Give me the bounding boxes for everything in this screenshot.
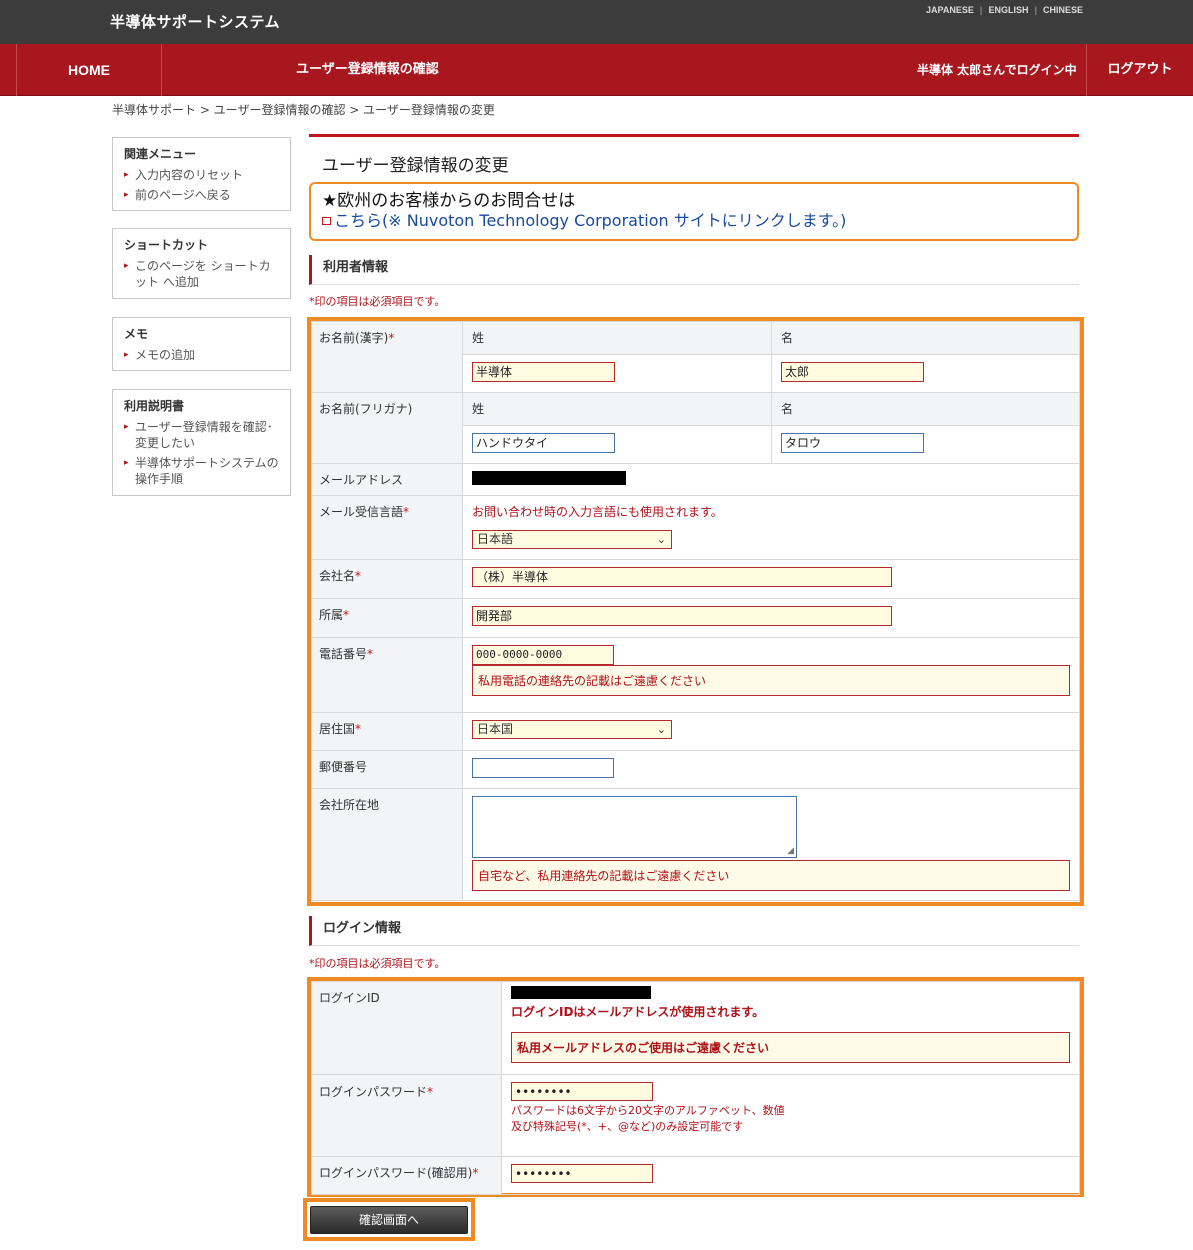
address-textarea[interactable]: ◢	[472, 796, 797, 858]
first-name-label: 名	[771, 321, 1080, 355]
login-id-label: ログインID	[311, 981, 502, 1075]
notice-link[interactable]: こちら(※ Nuvoton Technology Corporation サイト…	[322, 211, 1066, 231]
postal-code-input[interactable]	[472, 758, 614, 778]
title-divider	[309, 134, 1079, 137]
last-name-label: 姓	[462, 392, 772, 426]
sidebar-item-back[interactable]: 前のページへ戻る	[124, 187, 279, 203]
europe-notice: ★欧州のお客様からのお問合せは こちら(※ Nuvoton Technology…	[309, 182, 1079, 241]
site-title: 半導体サポートシステム	[110, 13, 281, 31]
sidebar-memo: メモ メモの追加	[112, 317, 291, 371]
sidebar-related-menu: 関連メニュー 入力内容のリセット 前のページへ戻る	[112, 137, 291, 211]
lang-english-link[interactable]: ENGLISH	[988, 5, 1028, 15]
nav-page-title[interactable]: ユーザー登録情報の確認	[296, 44, 439, 96]
mail-language-label: メール受信言語*	[311, 495, 463, 560]
chevron-down-icon: ⌄	[656, 533, 666, 546]
resize-grip-icon[interactable]: ◢	[787, 846, 794, 856]
address-warning: 自宅など、私用連絡先の記載はご遠慮ください	[472, 860, 1070, 891]
required-note: *印の項目は必須項目です。	[309, 957, 446, 970]
login-status: 半導体 太郎さんでログイン中	[917, 63, 1077, 77]
password-confirm-input[interactable]: ••••••••	[511, 1164, 653, 1183]
name-kana-label: お名前(フリガナ)	[311, 392, 463, 464]
first-name-label: 名	[771, 392, 1080, 426]
user-info-form: お名前(漢字)* 姓 名 半導体 太郎 お名前(フリガナ) 姓 名 ハンドウタイ…	[307, 317, 1084, 906]
redacted-login-id	[511, 986, 651, 999]
phone-input[interactable]: 000-0000-0000	[472, 645, 614, 665]
sidebar-item-reset[interactable]: 入力内容のリセット	[124, 167, 279, 183]
name-kanji-label: お名前(漢字)*	[311, 321, 463, 393]
password-confirm-label: ログインパスワード(確認用)*	[311, 1156, 502, 1195]
address-label: 会社所在地	[311, 788, 463, 901]
sidebar-item-add-shortcut[interactable]: このページを ショートカット へ追加	[124, 258, 274, 290]
sidebar-item-manual-user[interactable]: ユーザー登録情報を確認･変更したい	[124, 419, 279, 451]
main-nav: HOME ユーザー登録情報の確認 半導体 太郎さんでログイン中 ログアウト	[0, 44, 1193, 96]
top-bar: 半導体サポートシステム JAPANESE | ENGLISH | CHINESE	[0, 0, 1193, 44]
external-link-icon	[322, 216, 331, 225]
country-select[interactable]: 日本国 ⌄	[472, 720, 672, 739]
notice-link-text[interactable]: こちら(※ Nuvoton Technology Corporation サイト…	[334, 211, 846, 230]
department-input[interactable]: 開発部	[472, 606, 892, 626]
required-note: *印の項目は必須項目です。	[309, 295, 446, 308]
breadcrumb: 半導体サポート > ユーザー登録情報の確認 > ユーザー登録情報の変更	[112, 103, 495, 117]
login-info-form: ログインID ログインIDはメールアドレスが使用されます。 私用メールアドレスの…	[307, 977, 1084, 1197]
company-label: 会社名*	[311, 559, 463, 599]
email-label: メールアドレス	[311, 463, 463, 496]
language-links: JAPANESE | ENGLISH | CHINESE	[926, 5, 1083, 15]
confirm-button[interactable]: 確認画面へ	[310, 1206, 468, 1234]
last-name-kana-input[interactable]: ハンドウタイ	[472, 433, 615, 453]
password-input[interactable]: ••••••••	[511, 1082, 653, 1101]
sidebar-heading: 関連メニュー	[124, 147, 197, 161]
login-id-warning: 私用メールアドレスのご使用はご遠慮ください	[511, 1032, 1070, 1063]
submit-highlight: 確認画面へ	[303, 1198, 475, 1241]
redacted-email	[472, 471, 626, 485]
chevron-down-icon: ⌄	[656, 723, 666, 736]
user-info-heading: 利用者情報	[309, 255, 1079, 285]
login-info-heading: ログイン情報	[309, 916, 1079, 946]
postal-code-label: 郵便番号	[311, 750, 463, 789]
login-id-note: ログインIDはメールアドレスが使用されます。	[511, 1005, 765, 1019]
lang-chinese-link[interactable]: CHINESE	[1043, 5, 1083, 15]
notice-text: ★欧州のお客様からのお問合せは	[322, 191, 576, 211]
country-label: 居住国*	[311, 712, 463, 751]
sidebar-heading: 利用説明書	[124, 399, 185, 413]
phone-label: 電話番号*	[311, 637, 463, 713]
sidebar-manual: 利用説明書 ユーザー登録情報を確認･変更したい 半導体サポートシステムの操作手順	[112, 389, 291, 496]
sidebar-item-manual-system[interactable]: 半導体サポートシステムの操作手順	[124, 455, 279, 487]
sidebar-item-add-memo[interactable]: メモの追加	[124, 347, 279, 363]
sidebar-heading: メモ	[124, 327, 149, 341]
password-note: パスワードは6文字から20文字のアルファベット、数値 及び特殊記号(*、+、@など…	[511, 1104, 785, 1133]
department-label: 所属*	[311, 598, 463, 638]
first-name-kanji-input[interactable]: 太郎	[781, 362, 924, 382]
mail-language-note: お問い合わせ時の入力言語にも使用されます。	[472, 505, 723, 519]
sidebar-heading: ショートカット	[124, 238, 209, 252]
lang-japanese-link[interactable]: JAPANESE	[926, 5, 974, 15]
phone-warning: 私用電話の連絡先の記載はご遠慮ください	[472, 665, 1070, 696]
logout-link[interactable]: ログアウト	[1086, 44, 1193, 96]
last-name-kanji-input[interactable]: 半導体	[472, 362, 615, 382]
mail-language-select[interactable]: 日本語 ⌄	[472, 530, 672, 549]
page-title: ユーザー登録情報の変更	[322, 156, 509, 176]
sidebar-shortcut: ショートカット このページを ショートカット へ追加	[112, 228, 291, 299]
last-name-label: 姓	[462, 321, 772, 355]
nav-home-link[interactable]: HOME	[16, 44, 162, 96]
password-label: ログインパスワード*	[311, 1074, 502, 1157]
company-input[interactable]: （株）半導体	[472, 567, 892, 587]
first-name-kana-input[interactable]: タロウ	[781, 433, 924, 453]
